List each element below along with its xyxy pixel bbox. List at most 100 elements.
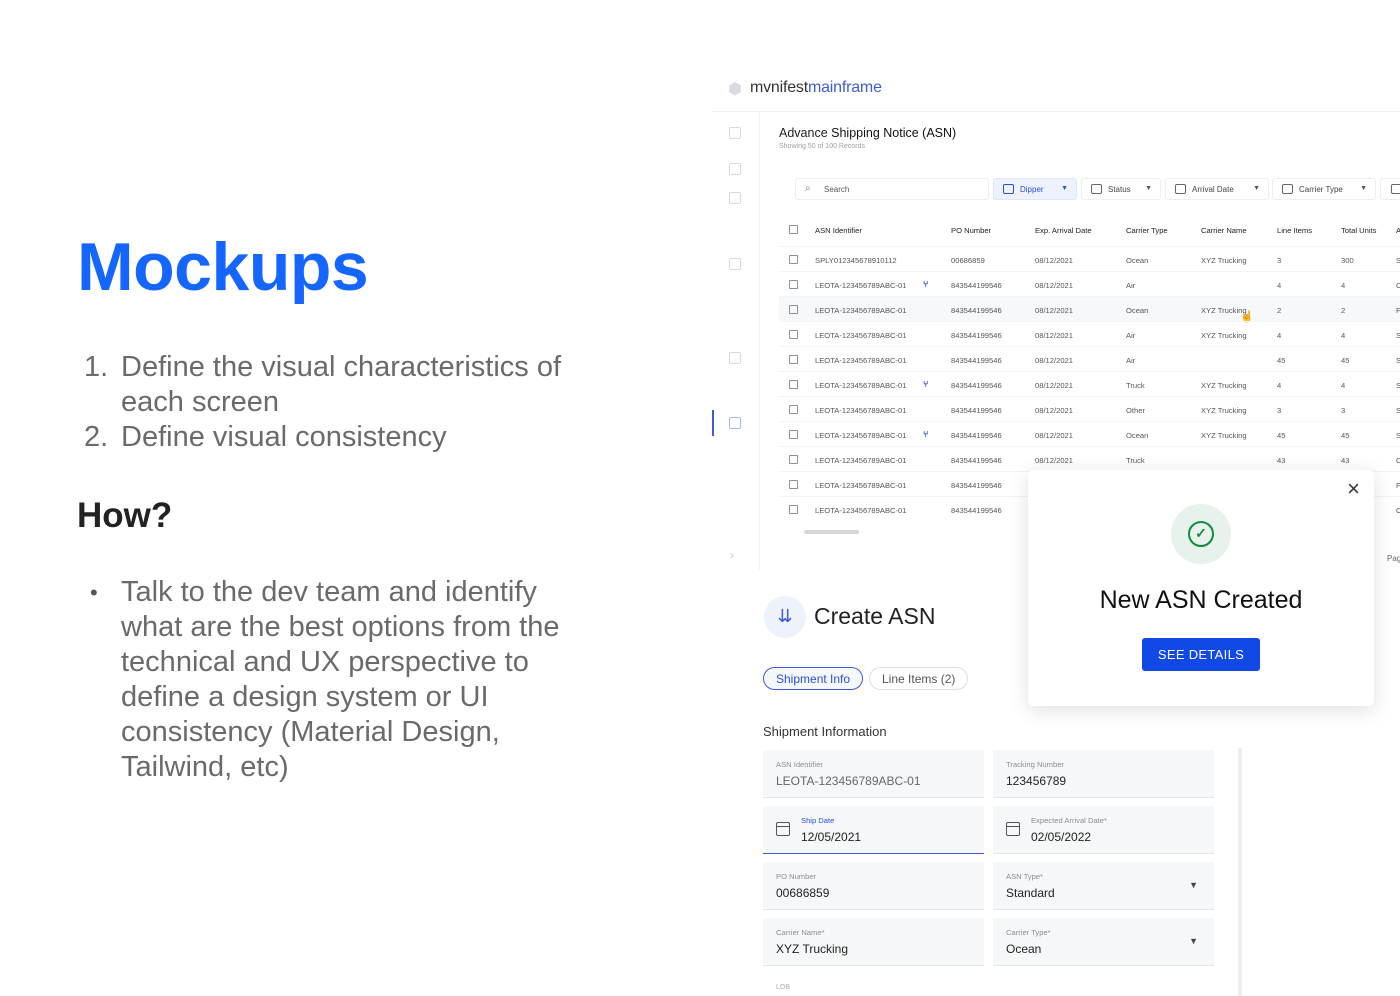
row-checkbox[interactable] [789,305,798,314]
row-checkbox[interactable] [789,455,798,464]
app-logo[interactable]: mvnifestmainframe [750,79,882,97]
table-row[interactable]: LEOTA-123456789ABC-01 843544199546 08/12/2… [779,346,1400,371]
dashboard-icon[interactable] [729,127,741,139]
asn-type-select[interactable]: ASN Type* Standard ▼ [993,862,1214,910]
table-cell: 4 [1341,331,1346,340]
split-shipment-icon[interactable]: ⑂ [923,279,928,289]
select-all-checkbox[interactable] [789,225,798,234]
split-shipment-icon[interactable]: ⑂ [923,379,928,389]
row-checkbox[interactable] [789,505,798,514]
column-header[interactable]: Line Items [1277,226,1312,235]
expected-arrival-date-field[interactable]: Expected Arrival Date* 02/05/2022 [993,806,1214,854]
more-filters-button[interactable] [1380,178,1400,200]
horizontal-scrollbar[interactable] [804,530,859,534]
filter-dipper[interactable]: Dipper ▼ [993,178,1077,200]
chevron-right-icon[interactable]: › [730,548,734,562]
column-header[interactable]: Exp. Arrival Date [1035,226,1092,235]
table-cell: 4 [1277,331,1282,340]
table-cell: Ocean [1126,256,1149,265]
table-row[interactable]: LEOTA-123456789ABC-01 843544199546 08/12/2… [779,296,1400,323]
bag-icon[interactable] [729,163,741,175]
search-input[interactable]: ⌕ Search [795,178,989,200]
table-cell: SPLY012345678910112 [815,256,897,265]
row-checkbox[interactable] [789,280,798,289]
asn-identifier-field[interactable]: ASN Identifier LEOTA-123456789ABC-01 [763,750,984,798]
row-checkbox[interactable] [789,330,798,339]
table-cell: 00686859 [951,256,985,265]
pagination-label[interactable]: Pag [1387,554,1400,563]
row-checkbox[interactable] [789,380,798,389]
table-row[interactable]: LEOTA-123456789ABC-01 843544199546 08/12/2… [779,446,1400,471]
copy-icon[interactable] [729,352,741,364]
table-header: ASN Identifier PO Number Exp. Arrival Da… [779,218,1400,246]
row-checkbox[interactable] [789,430,798,439]
column-header[interactable]: Carrier Type [1126,226,1168,235]
column-header[interactable]: ASN Identifier [815,226,862,235]
table-cell: XYZ Trucking [1201,256,1247,265]
list-icon[interactable] [729,258,741,270]
search-icon: ⌕ [805,183,811,194]
caret-down-icon: ▼ [1360,185,1367,192]
inbox-download-icon: ⇊ [764,596,806,638]
column-header[interactable]: A [1396,226,1400,235]
split-shipment-icon[interactable]: ⑂ [923,429,928,439]
filter-arrival-date[interactable]: Arrival Date ▼ [1165,178,1269,200]
table-cell: 843544199546 [951,431,1002,440]
caret-down-icon: ▼ [1061,185,1068,192]
table-cell: 45 [1341,431,1350,440]
refresh-icon [1391,184,1400,194]
table-row[interactable]: LEOTA-123456789ABC-01 843544199546 08/12/2… [779,371,1400,396]
table-cell: 4 [1341,281,1346,290]
column-header[interactable]: PO Number [951,226,991,235]
carrier-name-field[interactable]: Carrier Name* XYZ Trucking [763,918,984,966]
table-cell: Truck [1126,456,1145,465]
table-row[interactable]: LEOTA-123456789ABC-01 843544199546 08/12/2… [779,396,1400,421]
section-title: Shipment Information [763,724,887,739]
table-cell: LEOTA-123456789ABC-01 [815,356,907,365]
table-cell: 843544199546 [951,331,1002,340]
box-icon[interactable] [729,192,741,204]
table-cell: LEOTA-123456789ABC-01 [815,381,907,390]
table-cell: 843544199546 [951,406,1002,415]
row-checkbox[interactable] [789,405,798,414]
table-cell: 08/12/2021 [1035,306,1074,315]
ship-date-field[interactable]: Ship Date 12/05/2021 [763,806,984,854]
filter-carrier-type[interactable]: Carrier Type ▼ [1272,178,1376,200]
table-cell: LEOTA-123456789ABC-01 [815,306,907,315]
row-checkbox[interactable] [789,355,798,364]
table-row[interactable]: LEOTA-123456789ABC-01 843544199546 08/12/2… [779,421,1400,446]
how-heading: How? [77,496,173,535]
vertical-scrollbar[interactable] [1238,748,1242,996]
see-details-button[interactable]: SEE DETAILS [1142,638,1260,671]
po-number-field[interactable]: PO Number 00686859 [763,862,984,910]
success-badge: ✓ [1171,504,1231,564]
tab-shipment-info[interactable]: Shipment Info [763,667,864,690]
create-asn-title: Create ASN [814,603,936,629]
calendar-icon [1175,184,1186,194]
row-checkbox[interactable] [789,255,798,264]
table-cell: C [1396,506,1400,515]
table-cell: XYZ Trucking [1201,406,1247,415]
table-cell: C [1396,456,1400,465]
calendar-icon[interactable] [776,822,790,836]
table-cell: 45 [1277,356,1286,365]
table-cell: S [1396,431,1400,440]
close-icon[interactable]: × [1347,478,1360,500]
caret-down-icon: ▼ [1189,936,1198,946]
carrier-type-select[interactable]: Carrier Type* Ocean ▼ [993,918,1214,966]
table-cell: S [1396,331,1400,340]
filter-status[interactable]: Status ▼ [1081,178,1161,200]
table-cell: 843544199546 [951,306,1002,315]
table-cell: 2 [1341,306,1346,315]
column-header[interactable]: Carrier Name [1201,226,1247,235]
calendar-icon[interactable] [1006,822,1020,836]
table-row[interactable]: LEOTA-123456789ABC-01 843544199546 08/12/2… [779,321,1400,346]
table-cell: 4 [1341,381,1346,390]
tab-line-items[interactable]: Line Items (2) [869,667,969,690]
row-checkbox[interactable] [789,480,798,489]
table-row[interactable]: LEOTA-123456789ABC-01 843544199546 08/12/2… [779,271,1400,296]
asn-nav-icon[interactable] [729,417,741,429]
tracking-number-field[interactable]: Tracking Number 123456789 [993,750,1214,798]
column-header[interactable]: Total Units [1341,226,1376,235]
table-row[interactable]: SPLY012345678910112 00686859 08/12/2021 Oce… [779,246,1400,271]
